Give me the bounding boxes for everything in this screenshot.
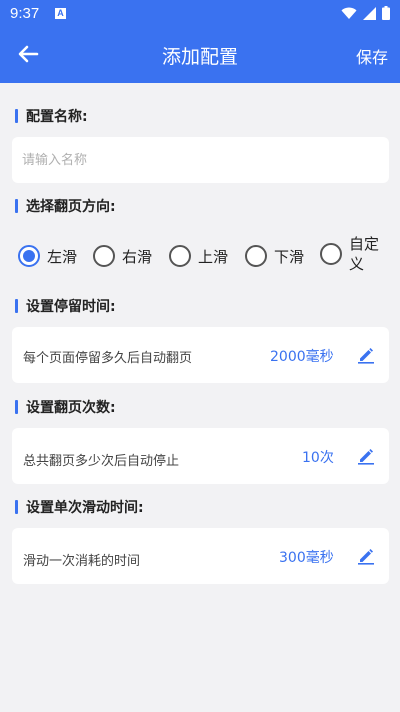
page-count-label: 设置翻页次数: — [15, 397, 116, 417]
radio-up-label: 上滑 — [198, 247, 229, 266]
radio-left-label: 左滑 — [47, 247, 78, 266]
edit-icon[interactable] — [357, 547, 375, 565]
dwell-time-description: 每个页面停留多久后自动翻页 — [23, 351, 193, 366]
radio-down[interactable]: 下滑 — [245, 245, 304, 267]
swipe-time-value: 300毫秒 — [279, 550, 334, 566]
radio-circle — [320, 243, 342, 265]
page-count-value: 10次 — [302, 450, 334, 466]
notification-icon: A — [55, 8, 66, 19]
config-name-label: 配置名称: — [15, 106, 88, 126]
section-accent-bar — [15, 400, 18, 414]
edit-icon[interactable] — [357, 346, 375, 364]
radio-right[interactable]: 右滑 — [93, 245, 152, 267]
radio-custom[interactable]: 自定义 — [320, 234, 381, 274]
radio-down-label: 下滑 — [274, 247, 305, 266]
radio-up[interactable]: 上滑 — [169, 245, 228, 267]
swipe-time-description: 滑动一次消耗的时间 — [23, 554, 141, 569]
radio-circle — [93, 245, 115, 267]
config-name-label-text: 配置名称: — [26, 109, 88, 125]
radio-circle — [169, 245, 191, 267]
status-icons — [341, 6, 390, 20]
swipe-time-label: 设置单次滑动时间: — [15, 497, 144, 517]
radio-circle — [18, 245, 40, 267]
dwell-time-label-text: 设置停留时间: — [26, 299, 116, 315]
config-name-card — [12, 137, 389, 183]
app-bar: 9:37 A 添加配置 保存 — [0, 0, 400, 83]
config-name-input[interactable] — [22, 137, 377, 183]
section-accent-bar — [15, 199, 18, 213]
swipe-time-card[interactable]: 滑动一次消耗的时间 300毫秒 — [12, 528, 389, 584]
signal-icon — [363, 6, 376, 20]
page-count-description: 总共翻页多少次后自动停止 — [23, 454, 180, 469]
wifi-icon — [341, 7, 357, 19]
dwell-time-label: 设置停留时间: — [15, 296, 116, 316]
radio-right-label: 右滑 — [122, 247, 153, 266]
status-time: 9:37 — [10, 5, 40, 22]
edit-icon[interactable] — [357, 447, 375, 465]
section-accent-bar — [15, 500, 18, 514]
page-title: 添加配置 — [161, 46, 238, 68]
dwell-time-card[interactable]: 每个页面停留多久后自动翻页 2000毫秒 — [12, 327, 389, 383]
battery-icon — [382, 6, 390, 20]
section-accent-bar — [15, 109, 18, 123]
swipe-time-label-text: 设置单次滑动时间: — [26, 500, 144, 516]
section-accent-bar — [15, 299, 18, 313]
direction-radio-group: 左滑 右滑 上滑 下滑 自定义 — [18, 233, 388, 279]
direction-label: 选择翻页方向: — [15, 196, 116, 216]
radio-circle — [245, 245, 267, 267]
radio-left[interactable]: 左滑 — [18, 245, 77, 267]
direction-label-text: 选择翻页方向: — [26, 199, 116, 215]
dwell-time-value: 2000毫秒 — [270, 349, 334, 365]
radio-custom-label: 自定义 — [349, 235, 380, 273]
save-button[interactable]: 保存 — [356, 44, 388, 68]
page-count-label-text: 设置翻页次数: — [26, 400, 116, 416]
page-count-card[interactable]: 总共翻页多少次后自动停止 10次 — [12, 428, 389, 484]
